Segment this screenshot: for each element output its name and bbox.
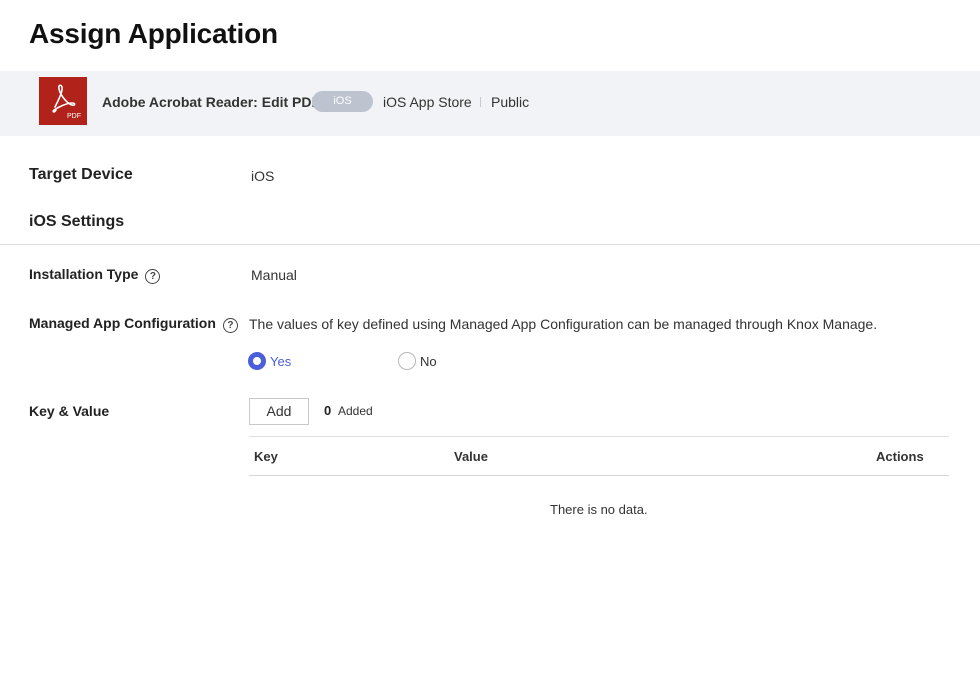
- help-icon[interactable]: ?: [145, 269, 161, 284]
- section-title: iOS Settings: [29, 213, 125, 230]
- empty-state-text: There is no data.: [550, 502, 648, 517]
- table-header-border: [249, 475, 949, 476]
- page-title: Assign Application: [29, 18, 278, 49]
- added-label: Added: [338, 404, 373, 418]
- added-count: 0: [324, 403, 332, 418]
- app-name: Adobe Acrobat Reader: Edit PDF: [102, 94, 321, 110]
- store-name: iOS App Store: [383, 94, 472, 110]
- target-device-value: iOS: [251, 168, 275, 184]
- visibility-status: Public: [491, 94, 530, 110]
- column-header-actions: Actions: [876, 449, 924, 464]
- section-divider: [0, 244, 980, 245]
- divider: [480, 97, 481, 107]
- managed-config-description: The values of key defined using Managed …: [249, 316, 878, 332]
- key-value-label: Key & Value: [29, 403, 110, 419]
- pdf-icon-text: PDF: [67, 113, 81, 120]
- installation-type-row: Installation Type?: [29, 266, 161, 284]
- acrobat-app-icon: PDF: [39, 77, 87, 125]
- column-header-value: Value: [454, 449, 488, 464]
- installation-type-label: Installation Type: [29, 266, 139, 282]
- app-banner: PDF Adobe Acrobat Reader: Edit PDF iOS i…: [0, 71, 980, 136]
- platform-badge: iOS: [312, 91, 373, 112]
- acrobat-logo-icon: PDF: [52, 84, 81, 120]
- help-icon[interactable]: ?: [222, 318, 238, 333]
- radio-unselected-icon[interactable]: [398, 352, 416, 370]
- radio-no[interactable]: No: [398, 352, 437, 370]
- radio-yes[interactable]: Yes: [248, 352, 291, 370]
- managed-config-label: Managed App Configuration: [29, 315, 216, 331]
- table-top-border: [249, 436, 949, 437]
- radio-yes-label[interactable]: Yes: [270, 354, 291, 369]
- radio-selected-icon[interactable]: [248, 352, 266, 370]
- column-header-key: Key: [254, 449, 278, 464]
- managed-config-row: Managed App Configuration?: [29, 315, 238, 333]
- installation-type-value: Manual: [251, 267, 297, 283]
- radio-no-label[interactable]: No: [420, 354, 437, 369]
- add-button[interactable]: Add: [249, 398, 309, 425]
- target-device-label: Target Device: [29, 166, 133, 183]
